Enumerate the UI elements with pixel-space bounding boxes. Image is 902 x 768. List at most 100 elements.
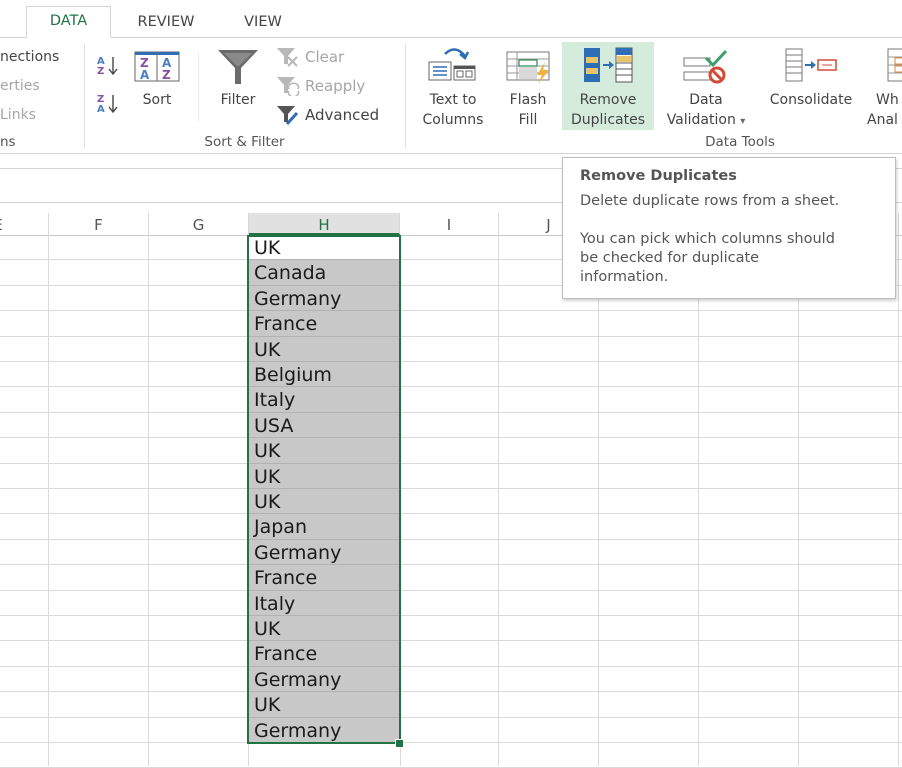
- fill-handle[interactable]: [395, 739, 404, 748]
- clear-label: Clear: [305, 48, 345, 66]
- table-cell[interactable]: Germany: [249, 718, 399, 743]
- reapply-filter-icon: [277, 77, 300, 96]
- gridline: [598, 235, 599, 766]
- table-cell[interactable]: UK: [249, 692, 399, 718]
- table-cell[interactable]: UK: [249, 464, 399, 489]
- remove-duplicates-icon: [584, 47, 633, 83]
- text-to-columns-button[interactable]: Text to Columns: [414, 42, 492, 128]
- consolidate-icon: [785, 48, 837, 82]
- remove-duplicates-button[interactable]: Remove Duplicates: [562, 42, 654, 130]
- table-cell[interactable]: Canada: [249, 260, 399, 286]
- gridline: [0, 564, 902, 565]
- svg-text:Z: Z: [162, 68, 171, 82]
- gridline: [148, 235, 149, 766]
- data-tools-group-label: Data Tools: [705, 134, 775, 150]
- data-validation-icon: [683, 49, 728, 84]
- gridline: [498, 235, 499, 766]
- remove-duplicates-label-line1: Remove: [579, 92, 637, 108]
- table-cell[interactable]: Italy: [249, 591, 399, 616]
- gridline: [0, 615, 902, 616]
- tooltip-title: Remove Duplicates: [580, 168, 737, 184]
- clear-filter-button[interactable]: Clear: [276, 46, 386, 68]
- table-cell[interactable]: UK: [249, 616, 399, 641]
- remove-duplicates-tooltip: Remove Duplicates Delete duplicate rows …: [562, 157, 896, 299]
- advanced-label: Advanced: [305, 106, 380, 124]
- table-cell[interactable]: UK: [249, 489, 399, 514]
- tab-data[interactable]: DATA: [26, 6, 111, 38]
- gridline: [400, 235, 401, 766]
- advanced-filter-icon: [277, 106, 299, 125]
- table-cell[interactable]: Japan: [249, 514, 399, 540]
- tooltip-description: Delete duplicate rows from a sheet.: [580, 193, 840, 209]
- gridline: [0, 361, 902, 362]
- consolidate-label: Consolidate: [769, 92, 853, 108]
- group-separator: [405, 44, 406, 148]
- worksheet-grid[interactable]: UK Canada Germany France UK Belgium Italy USA UK…: [0, 235, 902, 768]
- table-cell[interactable]: Belgium: [249, 362, 399, 387]
- data-validation-label-text: Validation: [666, 112, 736, 128]
- column-header-e[interactable]: E: [0, 213, 49, 235]
- table-cell[interactable]: UK: [249, 337, 399, 362]
- gridline: [0, 742, 902, 743]
- column-header-h[interactable]: H: [249, 213, 400, 235]
- svg-text:A: A: [140, 68, 150, 82]
- inner-separator: [198, 52, 199, 122]
- clear-filter-icon: [277, 48, 298, 67]
- gridline: [0, 488, 902, 489]
- remove-duplicates-label-line2: Duplicates: [571, 112, 645, 128]
- table-cell[interactable]: France: [249, 641, 399, 667]
- column-header-f[interactable]: F: [49, 213, 149, 235]
- group-separator: [84, 44, 85, 148]
- active-cell[interactable]: UK: [249, 235, 399, 260]
- flash-fill-button[interactable]: Flash Fill: [500, 42, 556, 128]
- sort-a-to-z-button[interactable]: A Z: [96, 54, 122, 78]
- tooltip-detail-line: be checked for duplicate: [580, 250, 760, 266]
- sort-dialog-icon: Z A A Z: [134, 51, 180, 82]
- table-cell[interactable]: France: [249, 311, 399, 337]
- sort-filter-group-label: Sort & Filter: [204, 134, 285, 150]
- tab-view[interactable]: VIEW: [226, 8, 300, 38]
- table-cell[interactable]: UK: [249, 438, 399, 464]
- gridline: [0, 310, 902, 311]
- gridline: [0, 590, 902, 591]
- ribbon-tab-bar: DATA REVIEW VIEW: [0, 0, 902, 38]
- table-cell[interactable]: Germany: [249, 286, 399, 311]
- gridline: [0, 463, 902, 464]
- sort-z-to-a-button[interactable]: Z A: [96, 92, 122, 116]
- gridline: [0, 717, 902, 718]
- tab-review[interactable]: REVIEW: [126, 8, 206, 38]
- what-if-analysis-icon: [887, 48, 902, 82]
- sort-button[interactable]: Z A A Z Sort: [132, 48, 182, 128]
- gridline: [0, 412, 902, 413]
- gridline: [0, 539, 902, 540]
- advanced-filter-button[interactable]: Advanced: [276, 104, 396, 126]
- gridline: [0, 336, 902, 337]
- what-if-analysis-button[interactable]: Wh Anal: [867, 42, 902, 128]
- sort-label: Sort: [142, 92, 172, 108]
- gridline: [0, 691, 902, 692]
- edit-links-button[interactable]: Links: [0, 106, 36, 124]
- what-if-analysis-label-line1: Wh: [876, 92, 899, 108]
- table-cell[interactable]: Germany: [249, 667, 399, 692]
- filter-funnel-icon: [218, 50, 258, 84]
- sort-z-to-a-icon: Z A: [97, 94, 118, 115]
- column-header-i[interactable]: I: [400, 213, 499, 235]
- properties-button[interactable]: erties: [0, 77, 40, 95]
- filter-button[interactable]: Filter: [210, 46, 266, 128]
- table-cell[interactable]: Italy: [249, 387, 399, 413]
- text-to-columns-label-line2: Columns: [422, 112, 484, 128]
- data-validation-button[interactable]: Data Validation ▾: [656, 42, 756, 128]
- gridline: [48, 235, 49, 766]
- table-cell[interactable]: France: [249, 565, 399, 591]
- table-cell[interactable]: USA: [249, 413, 399, 438]
- ribbon: nections erties Links ns A Z Z A Z A A Z…: [0, 38, 902, 154]
- reapply-label: Reapply: [305, 77, 366, 95]
- table-cell[interactable]: Germany: [249, 540, 399, 565]
- connections-button[interactable]: nections: [0, 48, 59, 66]
- column-header-g[interactable]: G: [149, 213, 249, 235]
- gridline: [898, 235, 899, 766]
- consolidate-button[interactable]: Consolidate: [758, 42, 864, 128]
- reapply-filter-button[interactable]: Reapply: [276, 75, 386, 97]
- gridline: [0, 666, 902, 667]
- text-to-columns-icon: [428, 48, 476, 81]
